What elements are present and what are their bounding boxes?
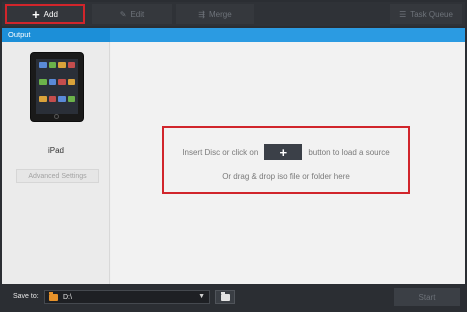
device-name: iPad [47, 146, 64, 155]
bottom-bar: Save to: D:\ ▼ Start [2, 284, 465, 310]
advanced-settings-button[interactable]: Advanced Settings [16, 169, 99, 183]
app-icon [58, 79, 66, 85]
task-queue-button[interactable]: ☰ Task Queue [390, 4, 462, 24]
folder-open-icon [220, 291, 230, 301]
ipad-device-image[interactable] [30, 52, 84, 122]
app-icon [67, 96, 75, 102]
device-screen [36, 59, 78, 114]
app-icon [39, 79, 47, 85]
source-panel: Insert Disc or click on + button to load… [111, 42, 465, 284]
add-label: Add [43, 9, 58, 19]
tab-output[interactable]: Output [2, 28, 110, 42]
content-area: Output iPad Advanced Settings Insert Dis… [2, 28, 465, 284]
task-queue-label: Task Queue [410, 9, 453, 19]
edit-icon: ✎ [119, 9, 127, 19]
plus-icon: + [32, 6, 40, 22]
app-icon [58, 96, 66, 102]
list-icon: ☰ [399, 9, 407, 19]
drop-text-before: Insert Disc or click on [182, 147, 259, 157]
plus-icon: + [279, 144, 288, 160]
app-icon [39, 96, 47, 102]
chevron-down-icon[interactable]: ▼ [198, 293, 205, 300]
app-icon [48, 62, 56, 68]
save-to-label: Save to: [13, 293, 39, 300]
edit-label: Edit [130, 9, 145, 19]
load-source-button[interactable]: + [264, 144, 303, 160]
output-panel: iPad Advanced Settings [2, 42, 110, 284]
drop-instruction-row: Insert Disc or click on + button to load… [164, 144, 408, 160]
add-button[interactable]: + Add [5, 4, 85, 24]
tab-bar [110, 28, 465, 42]
home-button-icon [54, 114, 59, 119]
app-icon [67, 62, 75, 68]
drop-zone[interactable]: Insert Disc or click on + button to load… [162, 126, 410, 194]
drop-text-after: button to load a source [308, 147, 390, 157]
merge-label: Merge [209, 9, 232, 19]
save-path-select[interactable]: D:\ ▼ [44, 290, 210, 304]
browse-folder-button[interactable] [215, 290, 235, 304]
save-path-value: D:\ [63, 293, 72, 301]
app-icon [48, 96, 56, 102]
app-window: + Add ✎ Edit ⇶ Merge ☰ Task Queue Output [0, 0, 467, 312]
app-icon [48, 79, 56, 85]
start-button[interactable]: Start [394, 288, 460, 306]
toolbar: + Add ✎ Edit ⇶ Merge ☰ Task Queue [2, 2, 465, 26]
app-icon [39, 62, 47, 68]
edit-button[interactable]: ✎ Edit [92, 4, 172, 24]
merge-button[interactable]: ⇶ Merge [176, 4, 254, 24]
merge-icon: ⇶ [198, 9, 205, 19]
drop-hint: Or drag & drop iso file or folder here [222, 172, 350, 181]
app-icon [58, 62, 66, 68]
folder-icon [49, 291, 58, 301]
app-icon [67, 79, 75, 85]
